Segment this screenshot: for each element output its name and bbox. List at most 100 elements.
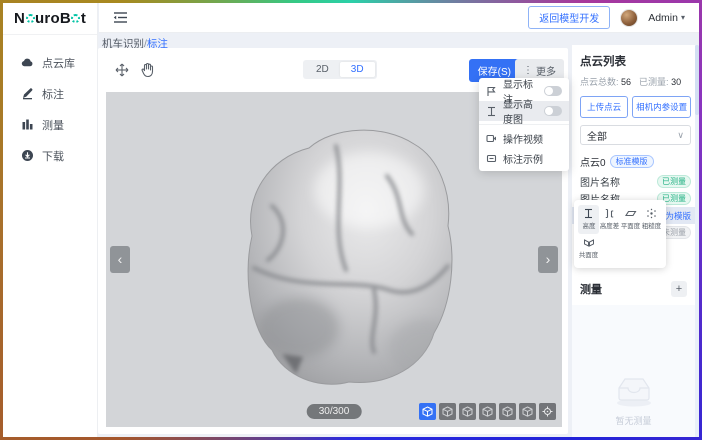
- pointcloud-name: 点云0: [580, 154, 606, 169]
- menu-item-label: 标注示例: [503, 151, 543, 166]
- download-icon: [21, 149, 34, 162]
- measure-tool-palette: 高度 高度差 平面度 粗糙度 共面度: [574, 200, 666, 268]
- pointcloud-group-row[interactable]: 点云0 标准模版: [580, 154, 691, 169]
- sidebar-item-label: 下载: [42, 148, 64, 164]
- prev-image-button[interactable]: ‹: [110, 246, 130, 273]
- tool-roughness[interactable]: 粗糙度: [641, 205, 662, 234]
- frame-counter: 30/300: [307, 404, 362, 419]
- logo-text: t: [81, 10, 86, 27]
- view-iso-button[interactable]: [419, 403, 436, 420]
- menu-item-label: 显示高度图: [503, 96, 538, 126]
- tool-label: 高度: [582, 221, 595, 230]
- menu-item-operation-video[interactable]: 操作视频: [479, 128, 569, 148]
- sidebar-item-measure[interactable]: 测量: [3, 109, 97, 140]
- video-icon: [486, 133, 497, 144]
- more-dropdown-menu: 显示标注 显示高度图 操作视频 标注示例: [479, 78, 569, 171]
- sidebar-item-label: 测量: [42, 117, 64, 133]
- tool-label: 高度差: [600, 221, 619, 230]
- pen-icon: [21, 87, 34, 100]
- panel-stats: 点云总数: 56 已测量: 30: [580, 75, 691, 88]
- top-header: 返回模型开发 Admin ▾: [99, 3, 699, 33]
- sidebar-item-pointcloud-library[interactable]: 点云库: [3, 47, 97, 78]
- caret-down-icon: ▾: [681, 13, 685, 22]
- measure-icon: [21, 118, 34, 131]
- height-map-icon: [486, 106, 497, 117]
- tool-height[interactable]: 高度: [578, 205, 599, 234]
- sidebar-item-download[interactable]: 下载: [3, 140, 97, 171]
- view-top-button[interactable]: [439, 403, 456, 420]
- sidebar-item-label: 点云库: [42, 55, 75, 71]
- view-bottom-button[interactable]: [459, 403, 476, 420]
- user-avatar[interactable]: [620, 9, 638, 27]
- example-icon: [486, 153, 497, 164]
- gear-icon: [71, 14, 80, 23]
- view-reset-button[interactable]: [539, 403, 556, 420]
- panel-scrollbar-thumb[interactable]: [695, 45, 699, 115]
- measurement-list: 暂无测量: [572, 305, 695, 437]
- filter-select[interactable]: 全部 ∨: [580, 125, 691, 145]
- view-left-button[interactable]: [479, 403, 496, 420]
- height-icon: [583, 208, 594, 219]
- show-heightmap-toggle[interactable]: [544, 106, 562, 116]
- user-name: Admin: [648, 12, 678, 24]
- sidebar-item-label: 标注: [42, 86, 64, 102]
- measured-badge: 已测量: [657, 175, 691, 188]
- move-tool-icon[interactable]: [114, 62, 130, 78]
- show-annotation-toggle[interactable]: [544, 86, 562, 96]
- dimension-toggle: 2D 3D: [303, 60, 377, 79]
- template-tag: 标准模版: [610, 155, 654, 168]
- hand-tool-icon[interactable]: [140, 62, 155, 78]
- panel-scrollbar[interactable]: [695, 45, 699, 437]
- pointcloud-panel: 点云列表 点云总数: 56 已测量: 30 上传点云 相机内参设置 全部 ∨ 点…: [572, 45, 699, 437]
- upload-pointcloud-button[interactable]: 上传点云: [580, 96, 628, 118]
- view-right-button[interactable]: [499, 403, 516, 420]
- tool-coplanarity[interactable]: 共面度: [578, 234, 599, 263]
- tooth-3d-mesh: [224, 118, 454, 390]
- tool-height-diff[interactable]: 高度差: [599, 205, 620, 234]
- camera-params-button[interactable]: 相机内参设置: [632, 96, 691, 118]
- measurement-section: 测量 + 暂无测量: [572, 273, 695, 437]
- tab-2d[interactable]: 2D: [305, 62, 340, 77]
- measurement-title: 测量: [580, 281, 602, 297]
- stat-total-label: 点云总数:: [580, 77, 619, 87]
- app-logo: NuroBt: [3, 3, 97, 35]
- next-image-button[interactable]: ›: [538, 246, 558, 273]
- view-front-button[interactable]: [519, 403, 536, 420]
- more-label: 更多: [536, 63, 556, 78]
- sidebar-item-annotate[interactable]: 标注: [3, 78, 97, 109]
- tool-flatness[interactable]: 平面度: [620, 205, 641, 234]
- tool-label: 平面度: [621, 221, 640, 230]
- sidebar: NuroBt 点云库 标注 测量 下载: [3, 3, 98, 437]
- menu-item-label: 操作视频: [503, 131, 543, 146]
- menu-item-show-heightmap[interactable]: 显示高度图: [479, 101, 569, 121]
- empty-state: 暂无测量: [572, 374, 695, 427]
- tool-label: 共面度: [579, 250, 598, 259]
- add-measurement-button[interactable]: +: [671, 281, 687, 297]
- view-controls: [419, 403, 556, 420]
- cloud-icon: [21, 56, 34, 69]
- logo-text: N: [14, 10, 25, 27]
- filter-value: 全部: [587, 128, 607, 143]
- menu-item-annotation-example[interactable]: 标注示例: [479, 148, 569, 168]
- flatness-icon: [625, 208, 637, 219]
- more-dots-icon: ⋮: [523, 65, 533, 76]
- menu-fold-icon[interactable]: [113, 11, 128, 24]
- stat-measured-value: 30: [671, 77, 681, 87]
- back-to-model-dev-button[interactable]: 返回模型开发: [528, 6, 610, 29]
- logo-text: B: [60, 10, 71, 27]
- chevron-down-icon: ∨: [677, 130, 684, 141]
- screenshot-frame: NuroBt 点云库 标注 测量 下载 返回模型开发 Admin ▾: [0, 0, 702, 440]
- chevron-right-icon: ›: [546, 251, 551, 267]
- height-diff-icon: [604, 208, 615, 219]
- stat-measured-label: 已测量:: [639, 77, 669, 87]
- user-menu[interactable]: Admin ▾: [648, 12, 685, 24]
- logo-text: ur: [35, 10, 50, 27]
- app-window: NuroBt 点云库 标注 测量 下载 返回模型开发 Admin ▾: [3, 3, 699, 437]
- gear-icon: [26, 14, 35, 23]
- crosshair-icon: [542, 406, 553, 417]
- roughness-icon: [646, 208, 657, 219]
- image-name: 图片名称: [580, 174, 620, 189]
- image-list-item[interactable]: 图片名称 已测量: [580, 173, 691, 190]
- tab-3d[interactable]: 3D: [340, 62, 375, 77]
- panel-title: 点云列表: [580, 53, 691, 69]
